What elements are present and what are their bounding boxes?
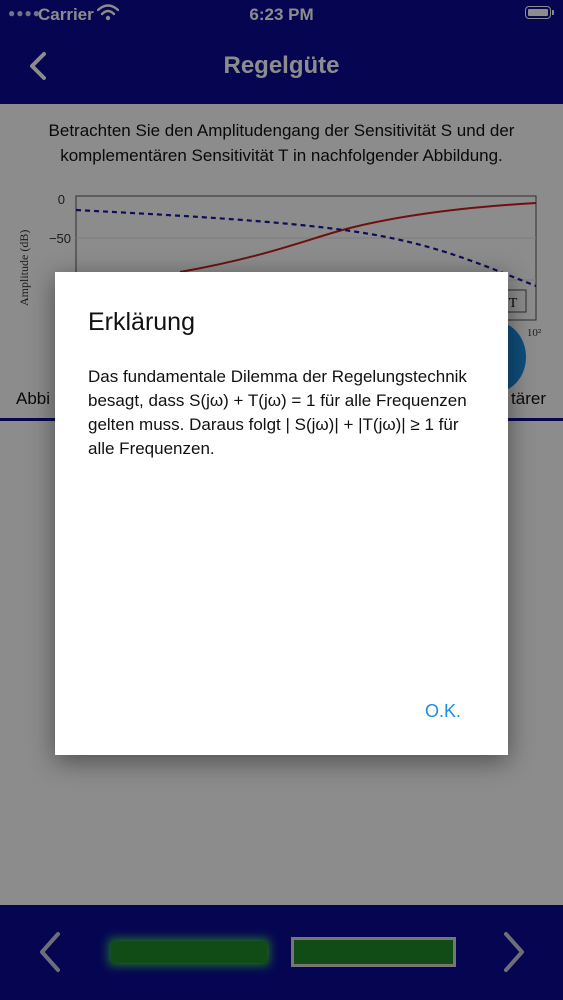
dialog-title: Erklärung bbox=[88, 308, 195, 336]
dialog-message: Das fundamentale Dilemma der Regelungste… bbox=[88, 367, 467, 458]
ok-button[interactable]: O.K. bbox=[425, 701, 461, 722]
explanation-dialog: Erklärung Das fundamentale Dilemma der R… bbox=[55, 272, 508, 755]
